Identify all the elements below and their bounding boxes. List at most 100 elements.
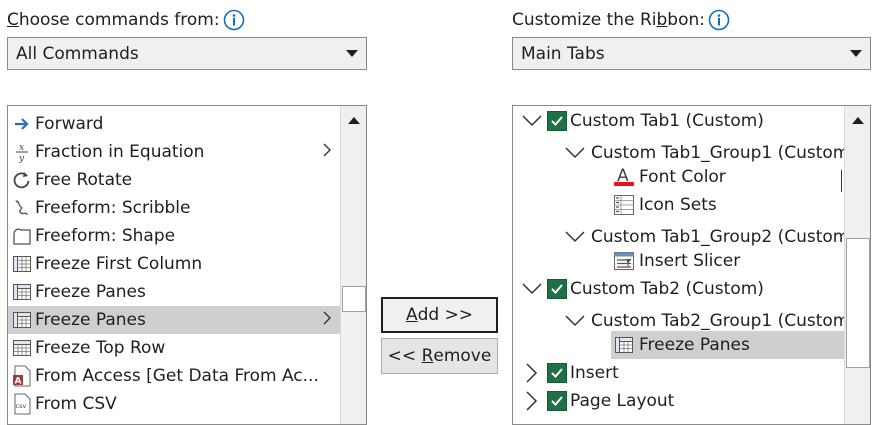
- command-list-item-label: Freeze First Column: [35, 254, 203, 274]
- customize-ribbon-label-text-end: bon:: [667, 10, 705, 30]
- ribbon-node-label: Custom Tab1 (Custom): [570, 111, 764, 131]
- command-list-item[interactable]: x y Fraction in Equation: [8, 138, 340, 166]
- command-list-item-label: Fraction in Equation: [35, 142, 205, 162]
- ribbon-node-label: Font Color: [639, 167, 726, 187]
- chevron-down-icon[interactable]: [564, 226, 586, 248]
- choose-commands-dropdown[interactable]: All Commands: [7, 37, 367, 70]
- chevron-down-icon: [850, 50, 862, 57]
- command-list-item[interactable]: Freeze First Column: [8, 250, 340, 278]
- chevron-right-icon: [322, 142, 332, 162]
- scroll-up-button[interactable]: [845, 107, 870, 133]
- choose-commands-dropdown-value: All Commands: [16, 43, 139, 64]
- chevron-right-icon[interactable]: [521, 390, 543, 412]
- command-list-item-label: From CSV: [35, 394, 117, 414]
- command-list-item[interactable]: Freeze Panes: [8, 306, 340, 334]
- chevron-right-icon[interactable]: [521, 362, 543, 384]
- ribbon-node-label: Custom Tab1_Group2 (Custom): [591, 227, 856, 247]
- checkbox[interactable]: [547, 363, 567, 383]
- chevron-down-icon[interactable]: [521, 110, 543, 132]
- csv-icon: csv: [11, 393, 33, 415]
- scroll-up-button[interactable]: [341, 107, 366, 133]
- command-list-item-label: Freeze Top Row: [35, 338, 166, 358]
- ribbon-tab-node[interactable]: Custom Tab1 (Custom): [513, 107, 845, 135]
- ribbon-group-node[interactable]: Custom Tab2_Group1 (Custom): [513, 307, 856, 335]
- command-list-item[interactable]: A From Access [Get Data From Ac...: [8, 362, 340, 390]
- ribbon-node-label: Freeze Panes: [639, 335, 750, 355]
- info-icon[interactable]: [708, 9, 730, 31]
- command-list-item[interactable]: Free Rotate: [8, 166, 340, 194]
- remove-button-prefix: <<: [387, 346, 422, 366]
- chevron-down-icon[interactable]: [564, 310, 586, 332]
- ribbon-tab-node[interactable]: Custom Tab2 (Custom): [513, 275, 845, 303]
- chevron-down-icon[interactable]: [564, 142, 586, 164]
- ribbon-command-node[interactable]: Freeze Panes: [611, 331, 845, 359]
- command-list-item-label: From Access [Get Data From Ac...: [35, 366, 319, 386]
- choose-commands-label-text: hoose commands from:: [18, 10, 220, 30]
- customize-ribbon-label: Customize the Ri b bon:: [512, 8, 730, 32]
- ribbon-node-label: Custom Tab1_Group1 (Custom): [591, 143, 856, 163]
- command-list-item-label: Free Rotate: [35, 170, 133, 190]
- ribbon-node-label: Custom Tab2 (Custom): [570, 279, 764, 299]
- command-list-item-label: Freeform: Scribble: [35, 198, 191, 218]
- ribbon-node-label: Icon Sets: [639, 195, 717, 215]
- choose-commands-label-accesskey: C: [7, 10, 19, 30]
- ribbon-group-node[interactable]: Custom Tab1_Group1 (Custom): [513, 139, 856, 167]
- command-list-item-label: Freeze Panes: [35, 282, 146, 302]
- ribbon-command-node[interactable]: Insert Slicer: [513, 247, 845, 275]
- add-button[interactable]: Add >>: [381, 297, 498, 333]
- customize-ribbon-dropdown-value: Main Tabs: [521, 43, 605, 64]
- checkbox[interactable]: [547, 391, 567, 411]
- ribbon-tree-scrollbar[interactable]: [844, 106, 870, 424]
- ribbon-tab-node[interactable]: Page Layout: [513, 387, 845, 415]
- scrollbar-thumb[interactable]: [342, 286, 366, 312]
- command-list-item[interactable]: Forward: [8, 110, 340, 138]
- checkbox[interactable]: [547, 279, 567, 299]
- command-list-item-label: Freeform: Shape: [35, 226, 176, 246]
- check-icon: [551, 116, 563, 126]
- scroll-up-icon: [347, 116, 360, 124]
- chevron-down-icon: [346, 50, 358, 57]
- command-list-item-label: Forward: [35, 114, 104, 134]
- ribbon-command-node[interactable]: A Font Color: [513, 163, 845, 191]
- icon-sets-icon: [613, 194, 635, 216]
- remove-button[interactable]: << Remove: [381, 338, 498, 374]
- ribbon-node-label: Insert Slicer: [639, 251, 741, 271]
- ribbon-node-label: Insert: [570, 363, 619, 383]
- remove-button-accesskey: R: [421, 346, 434, 366]
- customize-ribbon-dropdown[interactable]: Main Tabs: [512, 37, 871, 70]
- command-list-item-label: Freeze Panes: [35, 310, 146, 330]
- commands-list[interactable]: csv From CSV A From Access [Get Data From A…: [7, 105, 367, 425]
- freeze-panes-icon: [11, 281, 33, 303]
- ribbon-tree[interactable]: Page Layout Insert Freeze Panes Custom Tab2…: [512, 105, 871, 425]
- ribbon-group-node[interactable]: Custom Tab1_Group2 (Custom): [513, 223, 856, 251]
- ribbon-tab-node[interactable]: Insert: [513, 359, 845, 387]
- freeze-top-row-icon: [11, 337, 33, 359]
- fraction-icon: xy: [11, 141, 33, 163]
- remove-button-label: emove: [433, 346, 492, 366]
- choose-commands-label: Choose commands from:: [7, 8, 245, 32]
- check-icon: [551, 396, 563, 406]
- freeze-panes-icon: [613, 334, 635, 356]
- commands-list-scrollbar[interactable]: [340, 106, 366, 424]
- ribbon-command-node[interactable]: Icon Sets: [513, 191, 845, 219]
- freeform-shape-icon: [11, 225, 33, 247]
- info-icon[interactable]: [223, 9, 245, 31]
- checkbox[interactable]: [547, 111, 567, 131]
- command-list-item[interactable]: Freeze Top Row: [8, 334, 340, 362]
- command-list-item[interactable]: Freeze Panes: [8, 278, 340, 306]
- chevron-right-icon: [322, 310, 332, 330]
- scribble-icon: [11, 197, 33, 219]
- check-icon: [551, 284, 563, 294]
- chevron-down-icon[interactable]: [521, 278, 543, 300]
- freeze-panes-icon: [11, 309, 33, 331]
- command-list-item[interactable]: Freeform: Scribble: [8, 194, 340, 222]
- access-icon: A: [11, 365, 33, 387]
- ribbon-node-label: Custom Tab2_Group1 (Custom): [591, 311, 856, 331]
- command-list-item[interactable]: Freeform: Shape: [8, 222, 340, 250]
- scrollbar-thumb[interactable]: [846, 238, 870, 368]
- text-cursor: [841, 170, 842, 192]
- freeze-first-column-icon: [11, 253, 33, 275]
- svg-text:y: y: [18, 154, 25, 163]
- scroll-up-icon: [851, 116, 864, 124]
- ribbon-node-label: Page Layout: [570, 391, 675, 411]
